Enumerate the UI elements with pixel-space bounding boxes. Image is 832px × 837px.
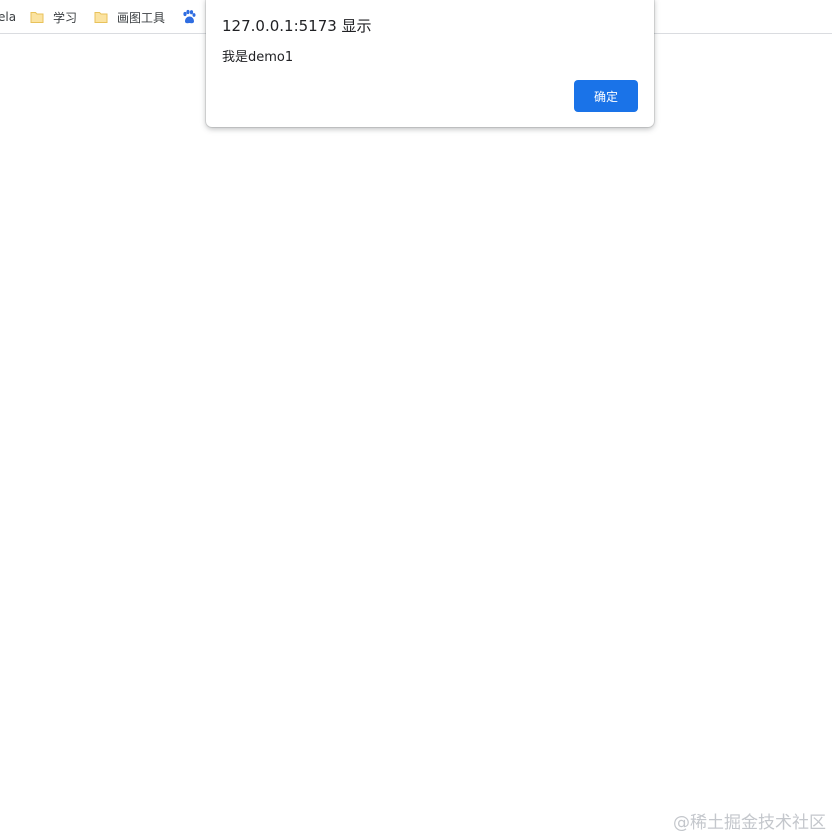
bookmark-label: 学习	[53, 10, 78, 25]
bookmark-label: 画图工具	[117, 10, 166, 25]
bookmark-item-clipped[interactable]: ela	[0, 8, 16, 26]
ok-button[interactable]: 确定	[574, 80, 638, 112]
bookmark-folder-study[interactable]: 学习	[30, 8, 77, 26]
browser-viewport: ela 学习 画图工具 127.0.0.1:5173 显示 我是demo1 确定…	[0, 0, 832, 837]
folder-icon	[94, 10, 108, 24]
alert-title: 127.0.0.1:5173 显示	[222, 17, 372, 35]
bookmark-folder-drawing-tools[interactable]: 画图工具	[94, 8, 165, 26]
watermark: @稀土掘金技术社区	[673, 813, 826, 833]
folder-icon	[30, 10, 44, 24]
bookmark-baidu[interactable]	[181, 8, 197, 26]
alert-dialog: 127.0.0.1:5173 显示 我是demo1 确定	[206, 0, 654, 127]
bookmark-label: ela	[0, 10, 17, 24]
alert-message: 我是demo1	[222, 50, 294, 65]
baidu-paw-icon	[181, 9, 197, 25]
